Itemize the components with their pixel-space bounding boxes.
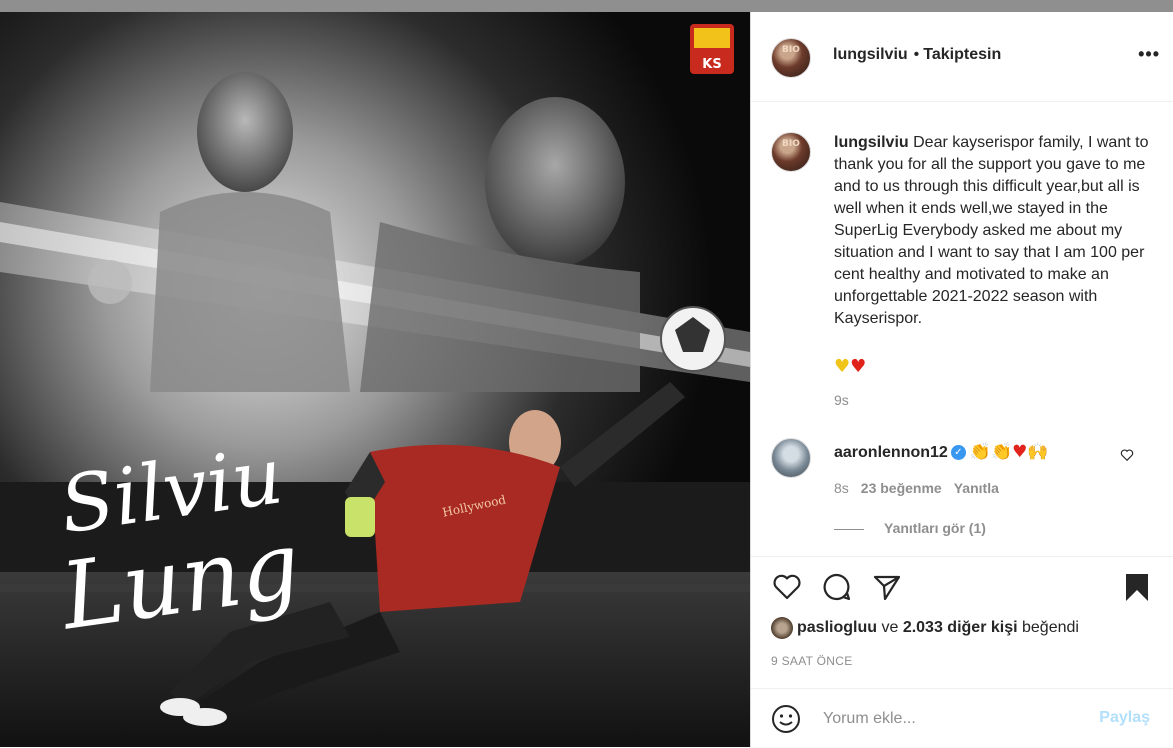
save-bookmark-icon[interactable] [1121, 571, 1153, 603]
comment-clap-emojis: 👏👏 [969, 442, 1013, 462]
liker-username[interactable]: pasliogluu [797, 619, 877, 636]
red-heart-icon: ♥ [850, 356, 867, 377]
reply-button[interactable]: Yanıtla [954, 480, 999, 496]
header-dot: • [913, 46, 920, 63]
caption-hearts: ♥♥ [834, 356, 866, 377]
post-actions: pasliogluu ve 2.033 diğer kişi beğendi 9… [751, 556, 1173, 747]
comment-bubble-icon[interactable] [821, 571, 853, 603]
emoji-smiley-icon[interactable] [771, 704, 801, 734]
comment-line: aaronlennon12 ✓ 👏👏♥🙌 [834, 442, 1049, 462]
replies-divider [834, 528, 864, 530]
caption: lungsilviu Dear kayserispor family, I wa… [834, 132, 1154, 330]
avatar-tag: BIO [782, 45, 800, 55]
share-plane-icon[interactable] [871, 571, 903, 603]
follow-status-button[interactable]: Takiptesin [923, 46, 1001, 63]
post-comment-button[interactable]: Paylaş [1099, 709, 1150, 727]
comments-section: BIO lungsilviu Dear kayserispor family, … [751, 102, 1173, 556]
add-comment-bar: Paylaş [751, 688, 1173, 748]
caption-text: Dear kayserispor family, I want to thank… [834, 134, 1149, 327]
comment-meta: 8s 23 beğenme Yanıtla [834, 480, 1011, 496]
club-badge-text: KS [702, 57, 721, 72]
header-line: lungsilviu • Takiptesin [833, 46, 1001, 64]
author-avatar[interactable]: BIO [771, 38, 811, 78]
post-header: BIO lungsilviu • Takiptesin ••• [751, 12, 1173, 102]
caption-username[interactable]: lungsilviu [834, 134, 909, 151]
post-sidebar: BIO lungsilviu • Takiptesin ••• BIO lungsi… [750, 12, 1173, 747]
author-username[interactable]: lungsilviu [833, 46, 908, 63]
likes-suffix: beğendi [1022, 619, 1079, 637]
window-top-strip [0, 0, 1173, 12]
comment-time[interactable]: 8s [834, 480, 849, 496]
more-options-icon[interactable]: ••• [1138, 44, 1160, 65]
like-heart-icon[interactable] [771, 571, 803, 603]
likes-connector: ve [881, 619, 899, 637]
likes-summary: pasliogluu ve 2.033 diğer kişi beğendi [771, 617, 1079, 639]
avatar-tag: BIO [782, 139, 800, 149]
yellow-heart-icon: ♥ [834, 356, 851, 377]
other-likers-link[interactable]: 2.033 diğer kişi [903, 619, 1018, 636]
verified-icon: ✓ [950, 445, 966, 461]
liker-avatar[interactable] [771, 617, 793, 639]
view-replies-label: Yanıtları gör (1) [884, 520, 986, 536]
comment-likes[interactable]: 23 beğenme [861, 480, 942, 496]
comment-input[interactable] [821, 704, 1085, 734]
caption-time[interactable]: 9s [834, 392, 849, 408]
commenter-username[interactable]: aaronlennon12 [834, 444, 948, 461]
comment-like-heart-icon[interactable] [1120, 448, 1134, 462]
comment-heart-emoji: ♥ [1012, 442, 1028, 462]
caption-author-avatar[interactable]: BIO [771, 132, 811, 172]
post-image-artwork: KS Hollywood Silviu Lung [0, 12, 750, 747]
comment-hands-emoji: 🙌 [1027, 442, 1049, 462]
view-replies-button[interactable]: Yanıtları gör (1) [834, 520, 986, 536]
commenter-avatar[interactable] [771, 438, 811, 478]
post-timestamp[interactable]: 9 SAAT ÖNCE [771, 654, 853, 668]
post-image[interactable]: KS Hollywood Silviu Lung [0, 12, 750, 747]
